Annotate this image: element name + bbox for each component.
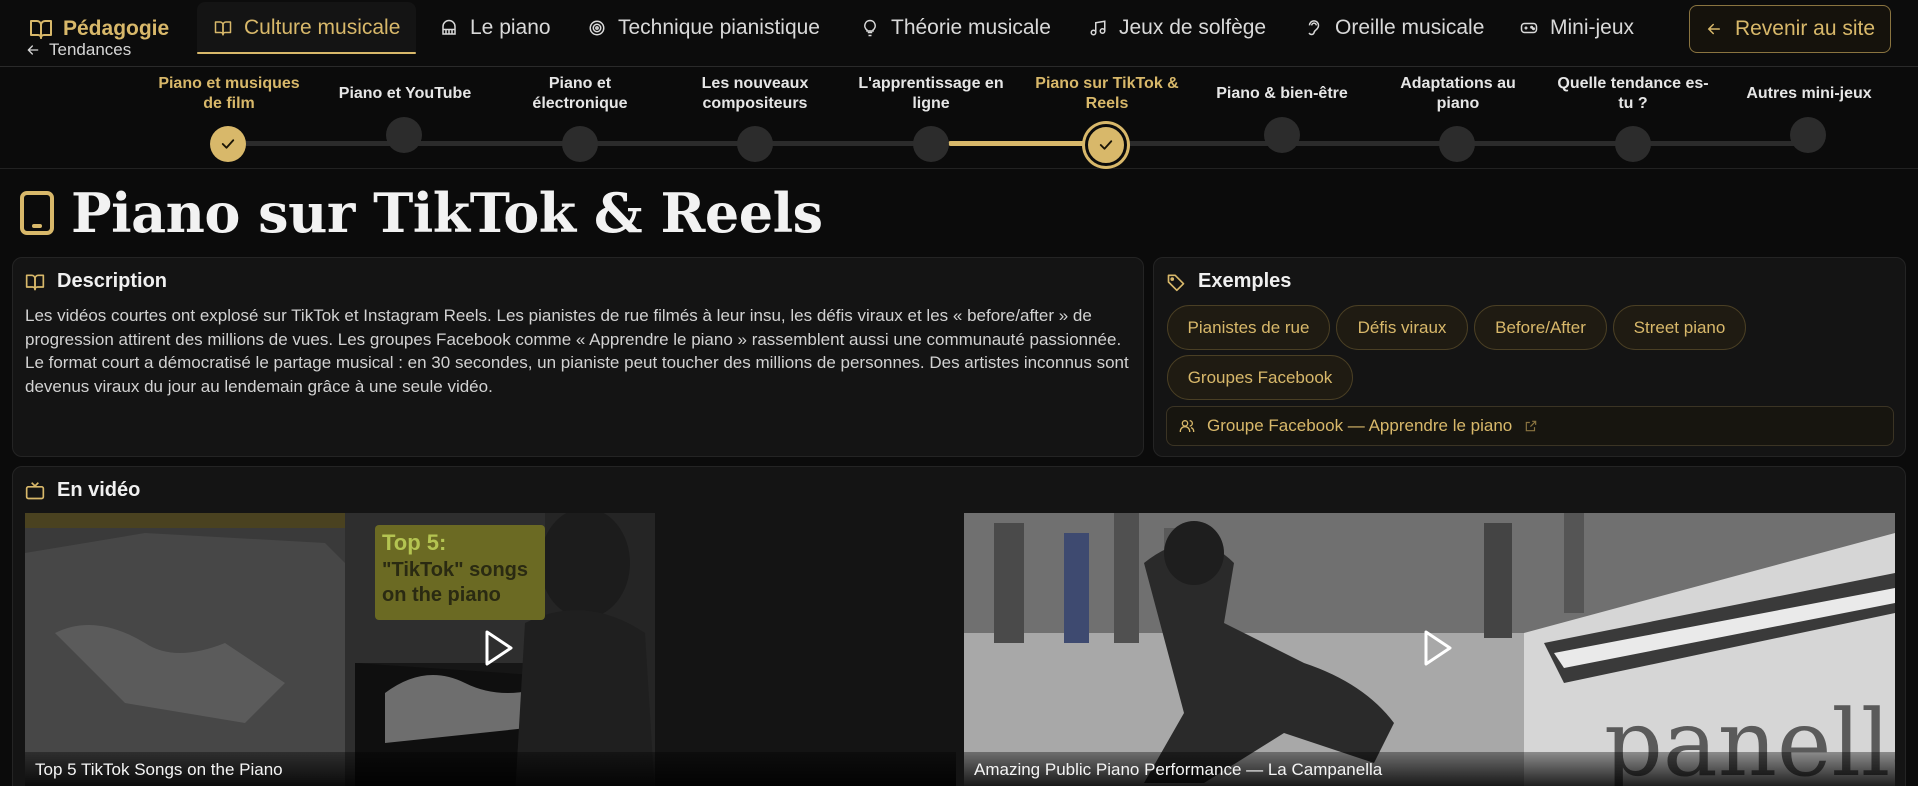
chip-street-piano[interactable]: Street piano bbox=[1613, 305, 1746, 350]
arrow-left-icon bbox=[1707, 23, 1720, 35]
ear-icon bbox=[1308, 20, 1320, 36]
step-dot-youtube[interactable] bbox=[386, 117, 422, 153]
step-label-youtube: Piano et YouTube bbox=[338, 85, 472, 102]
tag-icon bbox=[1167, 274, 1185, 291]
nav-item-label: Le piano bbox=[470, 16, 551, 39]
step-label-apprentissage-en-ligne: L'apprentissage en ligne bbox=[858, 75, 1004, 112]
step-dot-bien-etre[interactable] bbox=[1264, 117, 1300, 153]
svg-text:on the piano: on the piano bbox=[382, 584, 501, 606]
videos-heading-label: En vidéo bbox=[57, 479, 141, 501]
step-dot-adaptations[interactable] bbox=[1439, 126, 1475, 162]
description-card: Description Les vidéos courtes ont explo… bbox=[12, 257, 1144, 457]
nav-item-oreille-musicale[interactable]: Oreille musicale bbox=[1305, 12, 1484, 44]
nav-item-label: Oreille musicale bbox=[1335, 16, 1485, 39]
step-label-tiktok-reels: Piano sur TikTok & Reels bbox=[1035, 75, 1179, 112]
videos-heading: En vidéo bbox=[25, 479, 140, 502]
step-dot-apprentissage-en-ligne[interactable] bbox=[913, 126, 949, 162]
step-dot-quelle-tendance[interactable] bbox=[1615, 126, 1651, 162]
examples-card: Exemples Pianistes de rue Défis viraux B… bbox=[1153, 257, 1906, 457]
svg-text:Top 5:: Top 5: bbox=[382, 530, 446, 555]
chip-defis-viraux[interactable]: Défis viraux bbox=[1336, 305, 1468, 350]
back-to-site-label: Revenir au site bbox=[1734, 17, 1876, 40]
step-dot-autres-mini-jeux[interactable] bbox=[1790, 117, 1826, 153]
examples-heading-label: Exemples bbox=[1198, 270, 1292, 292]
nav-item-jeux-de-solfege[interactable]: Jeux de solfège bbox=[1089, 12, 1266, 44]
nav-item-technique-pianistique[interactable]: Technique pianistique bbox=[588, 12, 820, 44]
svg-text:"TikTok" songs: "TikTok" songs bbox=[382, 559, 528, 581]
target-icon bbox=[589, 20, 605, 36]
nav-item-mini-jeux[interactable]: Mini-jeux bbox=[1520, 12, 1634, 44]
nav-item-theorie-musicale[interactable]: Théorie musicale bbox=[861, 12, 1051, 44]
step-dot-electronique[interactable] bbox=[562, 126, 598, 162]
description-heading: Description bbox=[25, 270, 167, 293]
step-label-electronique: Piano et électronique bbox=[532, 75, 628, 112]
nav-item-label: Jeux de solfège bbox=[1119, 16, 1267, 39]
arrow-left-icon bbox=[27, 45, 39, 55]
gamepad-icon bbox=[1520, 22, 1538, 34]
page-title: Piano sur TikTok & Reels bbox=[71, 181, 823, 245]
video-top5-tiktok[interactable]: Top 5: "TikTok" songs on the piano Top 5… bbox=[25, 513, 956, 786]
book-icon bbox=[25, 274, 45, 290]
smartphone-icon bbox=[20, 191, 54, 235]
play-icon[interactable] bbox=[475, 626, 519, 670]
play-icon[interactable] bbox=[1414, 626, 1458, 670]
video-la-campanella[interactable]: panella Amazing Public Piano Performance… bbox=[964, 513, 1895, 786]
tv-icon bbox=[25, 481, 45, 499]
step-dot-musiques-de-film[interactable] bbox=[210, 126, 246, 162]
step-label-musiques-de-film: Piano et musiques de film bbox=[158, 75, 300, 112]
music-note-icon bbox=[1090, 20, 1106, 36]
users-icon bbox=[1179, 420, 1195, 432]
book-icon bbox=[214, 21, 232, 36]
nav-item-label: Culture musicale bbox=[244, 16, 401, 39]
nav-active-underline bbox=[197, 52, 416, 54]
piano-icon bbox=[442, 19, 456, 35]
chip-groupes-facebook[interactable]: Groupes Facebook bbox=[1167, 355, 1353, 400]
tendances-back-link[interactable]: Tendances bbox=[25, 40, 131, 60]
back-to-site-button[interactable]: Revenir au site bbox=[1689, 5, 1891, 53]
lightbulb-icon bbox=[864, 19, 876, 37]
step-dot-tiktok-reels-current[interactable] bbox=[1085, 124, 1127, 166]
check-icon bbox=[1099, 140, 1113, 150]
stepper-track-progress bbox=[948, 141, 1106, 146]
top-navigation: Pédagogie Culture musicale Le piano Tech… bbox=[0, 0, 1918, 67]
step-label-adaptations: Adaptations au piano bbox=[1400, 75, 1516, 112]
video-caption: Top 5 TikTok Songs on the Piano bbox=[25, 752, 956, 786]
facebook-group-link-label: Groupe Facebook — Apprendre le piano bbox=[1207, 416, 1513, 435]
step-label-nouveaux-compositeurs: Les nouveaux compositeurs bbox=[701, 75, 809, 112]
nav-item-culture-musicale[interactable]: Culture musicale bbox=[214, 12, 400, 44]
brand-link[interactable]: Pédagogie bbox=[29, 15, 169, 43]
step-label-bien-etre: Piano & bien-être bbox=[1216, 85, 1348, 102]
chip-before-after[interactable]: Before/After bbox=[1474, 305, 1607, 350]
step-label-autres-mini-jeux: Autres mini-jeux bbox=[1746, 85, 1872, 102]
brand-label: Pédagogie bbox=[63, 17, 170, 40]
nav-item-label: Technique pianistique bbox=[618, 16, 820, 39]
step-label-quelle-tendance: Quelle tendance es-tu ? bbox=[1557, 75, 1709, 112]
description-text: Les vidéos courtes ont explosé sur TikTo… bbox=[25, 306, 1129, 396]
page-title-row: Piano sur TikTok & Reels bbox=[19, 180, 823, 246]
external-link-icon bbox=[1526, 420, 1537, 432]
examples-heading: Exemples bbox=[1166, 270, 1291, 293]
chip-pianistes-de-rue[interactable]: Pianistes de rue bbox=[1167, 305, 1330, 350]
nav-item-le-piano[interactable]: Le piano bbox=[440, 12, 551, 44]
video-caption: Amazing Public Piano Performance — La Ca… bbox=[964, 752, 1895, 786]
book-open-icon bbox=[30, 20, 52, 39]
facebook-group-link[interactable]: Groupe Facebook — Apprendre le piano bbox=[1166, 406, 1894, 446]
nav-item-label: Mini-jeux bbox=[1550, 16, 1635, 39]
step-dot-nouveaux-compositeurs[interactable] bbox=[737, 126, 773, 162]
description-heading-label: Description bbox=[57, 270, 168, 292]
tendances-label: Tendances bbox=[49, 40, 132, 59]
check-icon bbox=[221, 139, 235, 149]
nav-item-label: Théorie musicale bbox=[891, 16, 1051, 39]
